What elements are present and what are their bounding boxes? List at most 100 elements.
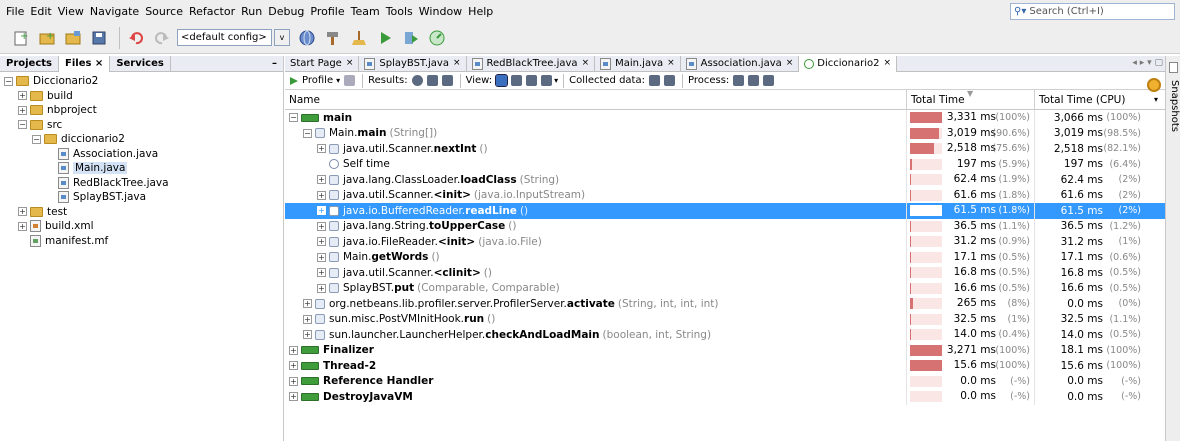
expand-icon[interactable]: + bbox=[289, 392, 298, 402]
expand-icon[interactable]: + bbox=[317, 144, 326, 154]
document-tab[interactable]: SplayBST.java × bbox=[359, 55, 467, 72]
expand-icon[interactable]: + bbox=[289, 345, 298, 355]
table-row[interactable]: + Reference Handler 0.0 ms (-%) 0.0 ms (-%) bbox=[285, 373, 1165, 389]
tree-item[interactable]: + build bbox=[0, 89, 283, 104]
close-tab-icon[interactable]: × bbox=[582, 56, 590, 71]
snapshots-icon[interactable] bbox=[1169, 62, 1178, 73]
tree-item[interactable]: manifest.mf bbox=[0, 234, 283, 249]
expand-icon[interactable]: + bbox=[317, 237, 326, 247]
expand-icon[interactable]: + bbox=[303, 314, 312, 324]
chevron-down-icon[interactable]: ▾ bbox=[336, 76, 340, 85]
menu-source[interactable]: Source bbox=[145, 5, 183, 18]
close-tab-icon[interactable]: × bbox=[346, 56, 354, 71]
new-file-button[interactable]: + bbox=[10, 27, 32, 49]
close-tab-icon[interactable]: × bbox=[667, 56, 675, 71]
snapshot-data-icon[interactable] bbox=[648, 75, 660, 86]
table-row[interactable]: − main 3,331 ms (100%) 3,066 ms (100%) bbox=[285, 110, 1165, 126]
tree-item[interactable]: − src bbox=[0, 118, 283, 133]
table-row[interactable]: + java.io.BufferedReader. readLine() 61.5 m… bbox=[285, 203, 1165, 219]
collapse-icon[interactable]: − bbox=[32, 134, 41, 144]
clean-build-button[interactable] bbox=[296, 27, 318, 49]
table-row[interactable]: + DestroyJavaVM 0.0 ms (-%) 0.0 ms (-%) bbox=[285, 389, 1165, 405]
tree-item[interactable]: + test bbox=[0, 205, 283, 220]
menu-team[interactable]: Team bbox=[351, 5, 380, 18]
tree-item[interactable]: + build.xml bbox=[0, 219, 283, 234]
expand-icon[interactable]: + bbox=[18, 105, 27, 115]
refresh-icon[interactable] bbox=[426, 75, 438, 86]
document-tab[interactable]: Start Page × bbox=[285, 55, 360, 72]
column-chooser-icon[interactable]: ▾ bbox=[1147, 95, 1165, 104]
tree-item[interactable]: Association.java bbox=[0, 147, 283, 162]
collapse-icon[interactable]: − bbox=[303, 128, 312, 138]
menu-run[interactable]: Run bbox=[241, 5, 262, 18]
expand-icon[interactable]: + bbox=[18, 221, 27, 231]
stop-icon[interactable] bbox=[344, 75, 356, 86]
profile-button[interactable] bbox=[426, 27, 448, 49]
config-select[interactable]: <default config> bbox=[177, 29, 272, 46]
tab-services[interactable]: Services bbox=[110, 55, 171, 72]
profile-run-icon[interactable] bbox=[289, 76, 299, 86]
menu-refactor[interactable]: Refactor bbox=[189, 5, 235, 18]
menu-view[interactable]: View bbox=[58, 5, 84, 18]
minimize-icon[interactable]: – bbox=[272, 58, 283, 69]
tab-projects[interactable]: Projects bbox=[0, 55, 60, 72]
menu-navigate[interactable]: Navigate bbox=[90, 5, 139, 18]
tree-item[interactable]: SplayBST.java bbox=[0, 190, 283, 205]
menu-profile[interactable]: Profile bbox=[310, 5, 344, 18]
expand-icon[interactable]: + bbox=[317, 252, 326, 262]
menu-file[interactable]: File bbox=[6, 5, 24, 18]
table-row[interactable]: + java.util.Scanner. <clinit>() 16.8 ms (0.5… bbox=[285, 265, 1165, 281]
document-tab[interactable]: Diccionario2 × bbox=[799, 55, 898, 72]
expand-icon[interactable]: + bbox=[317, 268, 326, 278]
expand-icon[interactable]: + bbox=[289, 376, 298, 386]
expand-icon[interactable]: + bbox=[317, 190, 326, 200]
open-project-button[interactable] bbox=[62, 27, 84, 49]
tree-item[interactable]: − Diccionario2 bbox=[0, 74, 283, 89]
hot-spots-view-icon[interactable] bbox=[511, 75, 523, 86]
call-tree-view-icon[interactable] bbox=[495, 74, 509, 87]
document-tab[interactable]: Association.java × bbox=[681, 55, 800, 72]
expand-icon[interactable]: + bbox=[289, 361, 298, 371]
undo-button[interactable] bbox=[125, 27, 147, 49]
menu-tools[interactable]: Tools bbox=[386, 5, 413, 18]
table-row[interactable]: + java.util.Scanner. <init> (java.io.InputS… bbox=[285, 187, 1165, 203]
config-dropdown-button[interactable]: v bbox=[274, 29, 290, 46]
document-tab[interactable]: RedBlackTree.java × bbox=[467, 55, 596, 72]
run-button[interactable] bbox=[374, 27, 396, 49]
close-tab-icon[interactable]: × bbox=[453, 56, 461, 71]
table-row[interactable]: + org.netbeans.lib.profiler.server.Profil… bbox=[285, 296, 1165, 312]
table-row[interactable]: + java.lang.ClassLoader. loadClass (String)… bbox=[285, 172, 1165, 188]
table-row[interactable]: Self time 197 ms (5.9%) 197 ms (6.4%) bbox=[285, 156, 1165, 172]
tree-item[interactable]: − diccionario2 bbox=[0, 132, 283, 147]
table-row[interactable]: + sun.launcher.LauncherHelper. checkAndLoa… bbox=[285, 327, 1165, 343]
tab-files[interactable]: Files × bbox=[59, 55, 111, 72]
expand-icon[interactable]: + bbox=[303, 299, 312, 309]
save-all-button[interactable] bbox=[88, 27, 110, 49]
filter-view-icon[interactable] bbox=[541, 75, 553, 86]
settings-gear-icon[interactable] bbox=[1147, 78, 1161, 92]
column-total-time[interactable]: Total Time ▼ bbox=[907, 89, 1035, 110]
expand-icon[interactable]: + bbox=[303, 330, 312, 340]
table-row[interactable]: + java.util.Scanner. nextInt() 2,518 ms (75.… bbox=[285, 141, 1165, 157]
export-icon[interactable] bbox=[663, 75, 675, 86]
expand-icon[interactable]: + bbox=[18, 91, 27, 101]
expand-icon[interactable]: + bbox=[18, 207, 27, 217]
table-row[interactable]: − Main. main (String[]) 3,019 ms (90.6%) 3,019… bbox=[285, 125, 1165, 141]
tree-item[interactable]: + nbproject bbox=[0, 103, 283, 118]
table-row[interactable]: + Main. getWords() 17.1 ms (0.5%) 17.1 ms (0.6… bbox=[285, 249, 1165, 265]
close-tab-icon[interactable]: × bbox=[884, 56, 892, 71]
table-row[interactable]: + java.io.FileReader. <init> (java.io.File)… bbox=[285, 234, 1165, 250]
menu-help[interactable]: Help bbox=[468, 5, 493, 18]
thread-dump-icon[interactable] bbox=[733, 75, 745, 86]
column-total-time-cpu[interactable]: Total Time (CPU) bbox=[1035, 90, 1147, 110]
column-name[interactable]: Name bbox=[285, 89, 907, 110]
clean-button[interactable] bbox=[348, 27, 370, 49]
menu-edit[interactable]: Edit bbox=[30, 5, 51, 18]
expand-icon[interactable]: + bbox=[317, 175, 326, 185]
search-box[interactable]: ⚲▾ Search (Ctrl+I) bbox=[1010, 3, 1175, 20]
collapse-icon[interactable]: − bbox=[4, 76, 13, 86]
table-row[interactable]: + SplayBST. put (Comparable, Comparable) 16.… bbox=[285, 280, 1165, 296]
close-tab-icon[interactable]: × bbox=[786, 56, 794, 71]
heap-dump-icon[interactable] bbox=[748, 75, 760, 86]
menu-debug[interactable]: Debug bbox=[268, 5, 304, 18]
